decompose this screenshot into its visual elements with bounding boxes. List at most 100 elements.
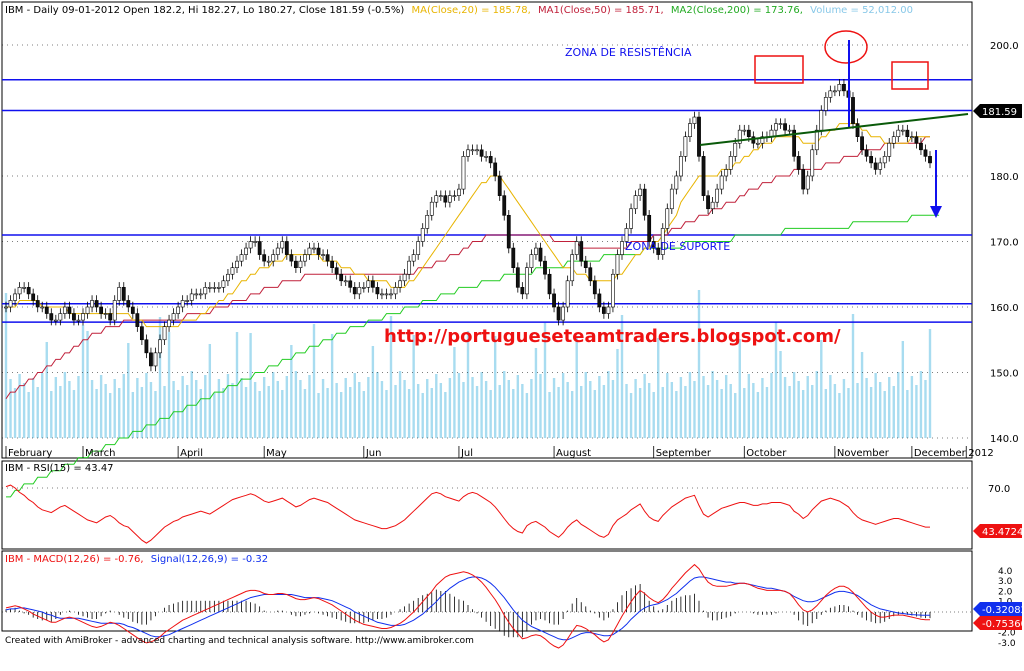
candle-body — [420, 228, 425, 242]
candle-body — [303, 254, 307, 262]
volume-bar — [634, 379, 637, 438]
candle-body — [72, 313, 76, 321]
candle-body — [611, 273, 615, 308]
volume-bar — [312, 324, 316, 438]
candle-body — [370, 280, 375, 288]
candle-body — [669, 188, 674, 210]
volume-bar — [9, 379, 12, 438]
volume-bar — [199, 389, 202, 438]
volume-bar — [81, 325, 85, 438]
candle-body — [117, 287, 122, 301]
candle-body — [153, 352, 158, 367]
candle-body — [452, 195, 457, 197]
candle-body — [629, 208, 633, 229]
candle-body — [325, 254, 330, 262]
candle-body — [162, 326, 167, 341]
volume-bar — [453, 347, 456, 438]
candle-body — [547, 273, 552, 295]
volume-bar — [643, 374, 646, 438]
volume-bar — [829, 375, 832, 438]
candle-body — [375, 287, 380, 295]
candle-body — [411, 254, 416, 262]
candle-body — [361, 287, 366, 289]
volume-bar — [484, 381, 488, 438]
candle-body — [239, 254, 244, 262]
volume-bar — [462, 382, 465, 438]
volume-bar — [910, 376, 914, 438]
candle-body — [556, 306, 561, 321]
volume-bar — [403, 380, 406, 438]
volume-bar — [747, 374, 751, 438]
volume-bar — [761, 378, 764, 438]
candle-body — [31, 293, 36, 301]
volume-bar — [380, 381, 384, 438]
candle-body — [642, 188, 647, 216]
volume-bar — [421, 393, 424, 438]
candle-body — [733, 142, 738, 157]
candle-body — [497, 175, 502, 196]
price-tick-label: 150.0 — [990, 369, 1019, 380]
candle-body — [312, 247, 316, 250]
volume-bar — [561, 373, 565, 438]
candle-body — [298, 260, 303, 268]
month-label: August — [556, 448, 591, 459]
candle-body — [470, 149, 475, 152]
candle-body — [203, 287, 208, 295]
candle-body — [783, 123, 787, 131]
candle-body — [275, 247, 280, 255]
volume-bar — [666, 373, 669, 438]
candle-body — [99, 306, 104, 314]
candle-body — [158, 339, 162, 354]
volume-bar — [299, 380, 302, 438]
candle-body — [348, 280, 353, 288]
volume-bar — [335, 383, 338, 438]
candle-body — [633, 195, 638, 210]
month-label: December — [914, 448, 967, 459]
volume-bar — [706, 385, 710, 438]
volume-bar — [516, 375, 520, 438]
volume-bar — [31, 378, 35, 438]
volume-bar — [272, 372, 275, 438]
candle-body — [570, 254, 575, 282]
volume-bar — [362, 391, 366, 438]
volume-bar — [888, 377, 891, 438]
candle-body — [185, 300, 190, 302]
volume-bar — [231, 383, 234, 438]
volume-bar — [54, 377, 58, 438]
candle-body — [588, 267, 593, 282]
volume-bar — [720, 389, 723, 438]
candle-body — [189, 293, 194, 301]
candle-body — [198, 293, 203, 296]
candle-body — [393, 287, 398, 295]
candle-body — [253, 241, 258, 243]
candle-body — [230, 267, 235, 275]
price-tick-label: 160.0 — [990, 303, 1019, 314]
month-label: February — [8, 448, 52, 459]
candle-body — [923, 149, 928, 157]
volume-bar — [801, 390, 805, 438]
candle-body — [814, 129, 819, 151]
candle-body — [416, 241, 421, 255]
candle-body — [248, 241, 253, 249]
volume-bar — [883, 391, 886, 438]
candle-body — [928, 156, 932, 164]
candle-body — [284, 241, 289, 255]
candle-body — [751, 136, 756, 144]
volume-bar — [217, 379, 221, 438]
volume-bar — [321, 379, 325, 438]
candle-body — [710, 201, 715, 210]
volume-bar — [27, 392, 30, 438]
volume-bar — [208, 344, 212, 438]
volume-bar — [919, 371, 923, 438]
candle-body — [280, 241, 285, 249]
volume-bar — [489, 390, 492, 438]
volume-bar — [303, 389, 307, 438]
volume-bar — [503, 371, 506, 438]
candle-body — [515, 267, 520, 288]
candle-body — [719, 175, 724, 190]
volume-bar — [339, 392, 343, 438]
volume-bar — [869, 387, 873, 438]
candle-body — [597, 293, 602, 308]
volume-bar — [471, 377, 474, 438]
volume-bar — [525, 393, 529, 438]
